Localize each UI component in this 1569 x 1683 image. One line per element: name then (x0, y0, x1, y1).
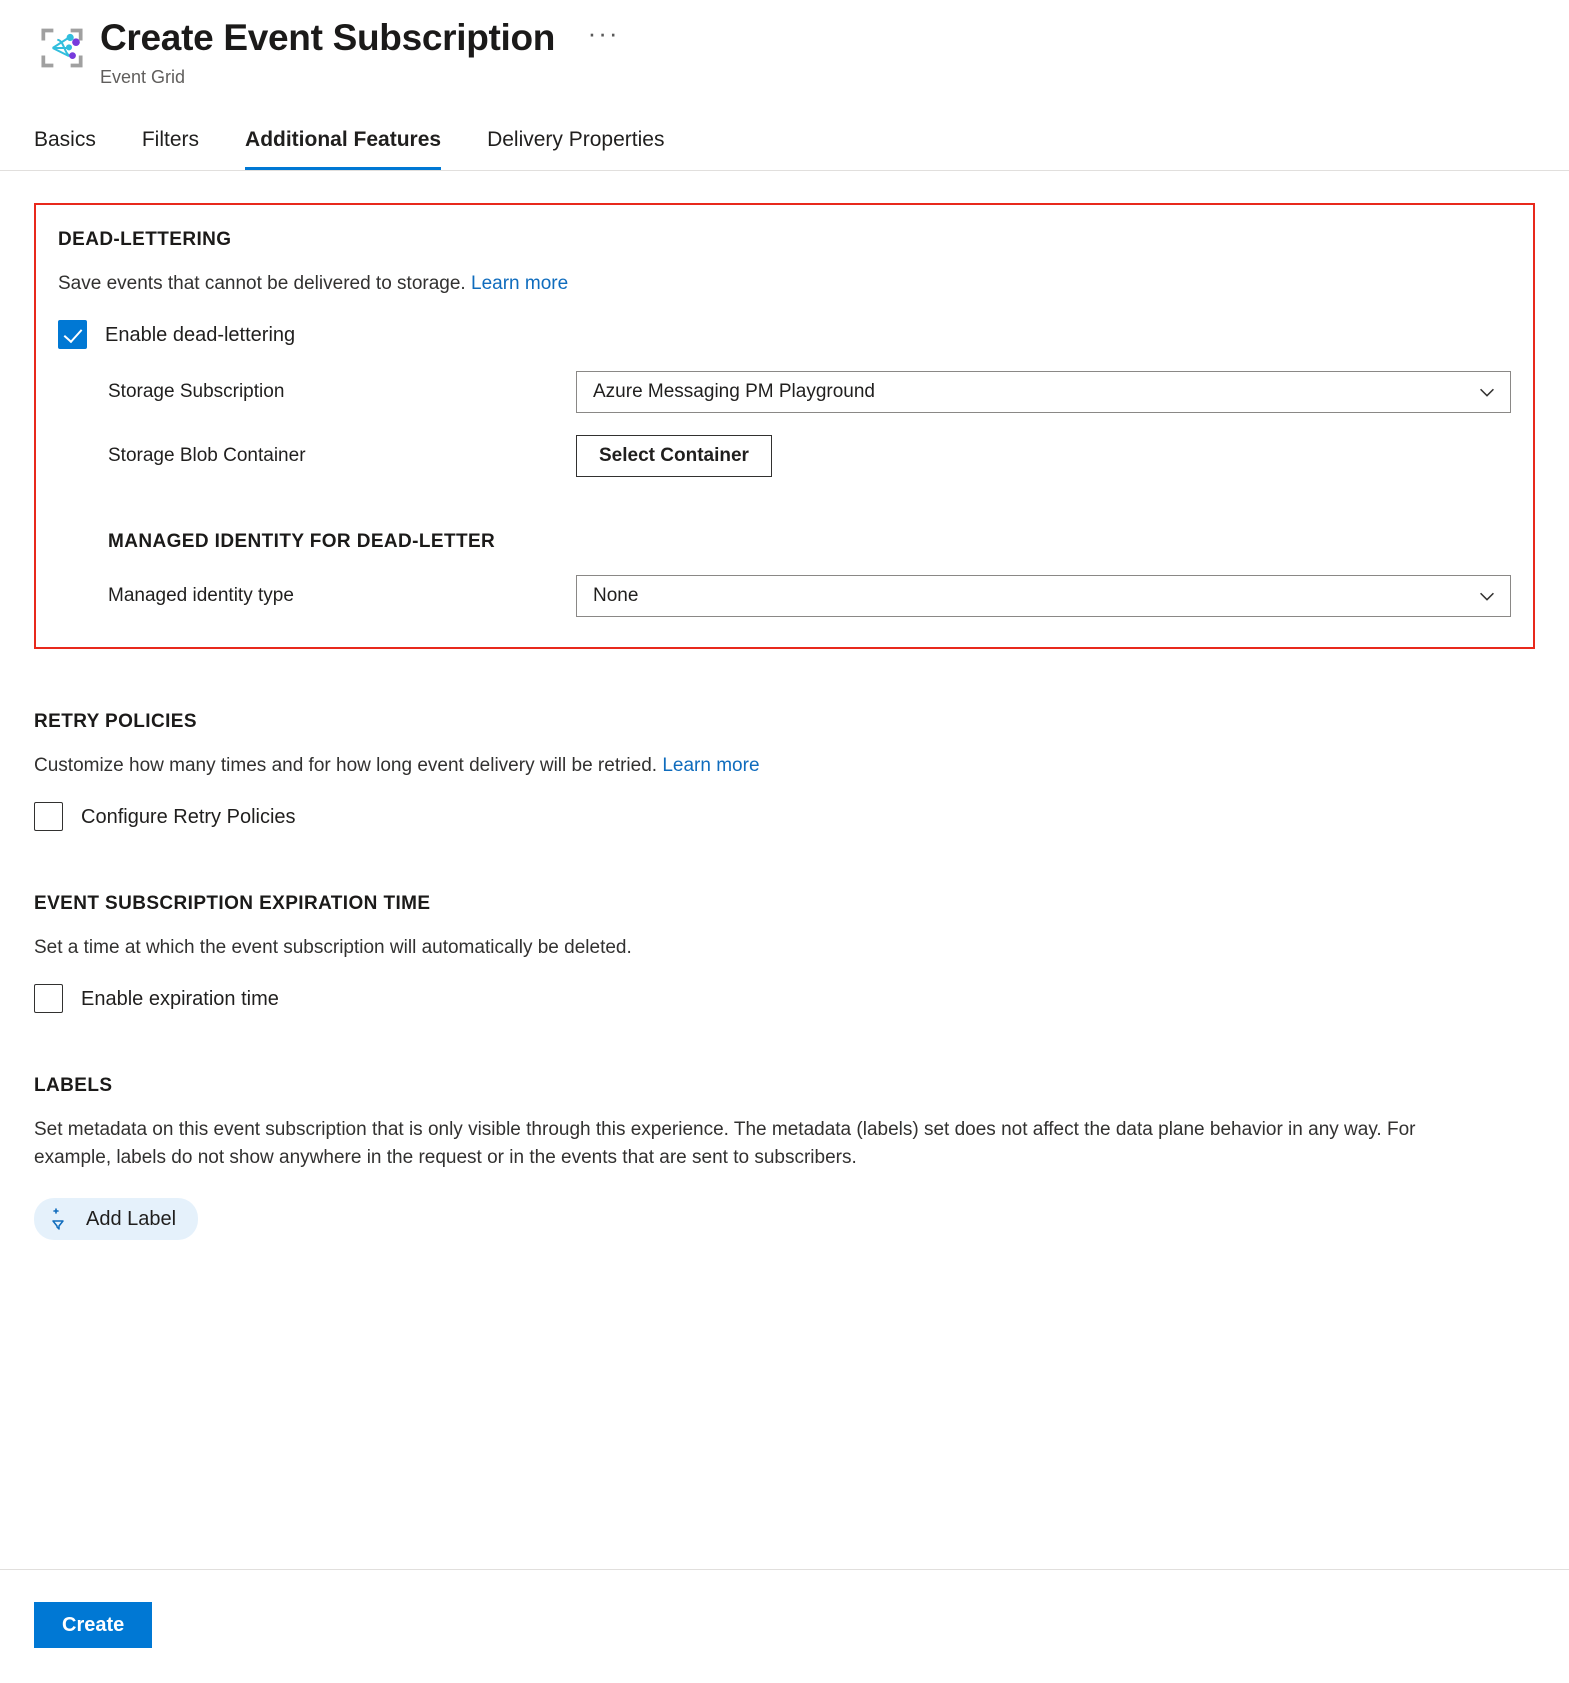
tab-delivery-properties[interactable]: Delivery Properties (487, 127, 664, 170)
page-footer: Create (0, 1569, 1569, 1683)
page-title: Create Event Subscription (100, 17, 556, 58)
managed-identity-type-value: None (593, 585, 639, 606)
enable-expiration-time-row[interactable]: Enable expiration time (34, 984, 1535, 1013)
enable-expiration-time-checkbox[interactable] (34, 984, 63, 1013)
storage-subscription-label: Storage Subscription (108, 381, 285, 402)
chevron-down-icon (1476, 381, 1498, 403)
dead-lettering-learn-more-link[interactable]: Learn more (471, 273, 568, 294)
managed-identity-group: MANAGED IDENTITY FOR DEAD-LETTER (58, 531, 1511, 553)
enable-expiration-time-label: Enable expiration time (81, 987, 279, 1010)
configure-retry-policies-row[interactable]: Configure Retry Policies (34, 802, 1535, 831)
more-options-button[interactable]: ··· (588, 20, 620, 46)
title-row: Create Event Subscription ··· Event Grid (34, 14, 1569, 89)
expiration-time-section: EVENT SUBSCRIPTION EXPIRATION TIME Set a… (34, 893, 1535, 1013)
expiration-time-description: Set a time at which the event subscripti… (34, 937, 632, 958)
enable-dead-lettering-row[interactable]: Enable dead-lettering (58, 320, 1511, 349)
select-container-button[interactable]: Select Container (576, 435, 772, 477)
create-event-subscription-page: Create Event Subscription ··· Event Grid… (0, 0, 1569, 1683)
tab-additional-features[interactable]: Additional Features (245, 127, 442, 170)
tab-filters[interactable]: Filters (142, 127, 199, 170)
labels-description: Set metadata on this event subscription … (34, 1119, 1416, 1168)
dead-lettering-section: DEAD-LETTERING Save events that cannot b… (34, 203, 1535, 649)
retry-policies-description: Customize how many times and for how lon… (34, 752, 1535, 780)
retry-policies-description-text: Customize how many times and for how lon… (34, 755, 658, 776)
retry-policies-section: RETRY POLICIES Customize how many times … (34, 711, 1535, 831)
storage-subscription-row: Storage Subscription Azure Messaging PM … (58, 371, 1511, 413)
chevron-down-icon (1476, 585, 1498, 607)
managed-identity-type-dropdown[interactable]: None (576, 575, 1511, 617)
storage-subscription-dropdown[interactable]: Azure Messaging PM Playground (576, 371, 1511, 413)
retry-policies-learn-more-link[interactable]: Learn more (662, 755, 759, 776)
dead-lettering-description-text: Save events that cannot be delivered to … (58, 273, 466, 294)
retry-policies-heading: RETRY POLICIES (34, 711, 197, 732)
title-block: Create Event Subscription ··· Event Grid (100, 14, 620, 89)
tab-basics[interactable]: Basics (34, 127, 96, 170)
dead-lettering-heading: DEAD-LETTERING (58, 229, 232, 250)
page-subtitle: Event Grid (100, 67, 186, 87)
labels-heading: LABELS (34, 1075, 113, 1096)
storage-blob-container-row: Storage Blob Container Select Container (58, 435, 1511, 477)
add-label-text: Add Label (86, 1208, 177, 1230)
event-grid-icon (34, 20, 90, 76)
managed-identity-type-row: Managed identity type None (58, 575, 1511, 617)
labels-section: LABELS Set metadata on this event subscr… (34, 1075, 1535, 1240)
create-button[interactable]: Create (34, 1602, 153, 1648)
add-filter-icon (50, 1207, 74, 1231)
enable-dead-lettering-label: Enable dead-lettering (105, 323, 296, 346)
managed-identity-heading: MANAGED IDENTITY FOR DEAD-LETTER (108, 531, 496, 552)
page-body: DEAD-LETTERING Save events that cannot b… (0, 203, 1569, 1240)
expiration-time-heading: EVENT SUBSCRIPTION EXPIRATION TIME (34, 893, 431, 914)
tab-bar: Basics Filters Additional Features Deliv… (0, 115, 1569, 171)
configure-retry-policies-label: Configure Retry Policies (81, 805, 296, 828)
configure-retry-policies-checkbox[interactable] (34, 802, 63, 831)
storage-subscription-value: Azure Messaging PM Playground (593, 381, 875, 402)
page-header: Create Event Subscription ··· Event Grid (0, 0, 1569, 89)
storage-blob-container-label: Storage Blob Container (108, 445, 306, 466)
managed-identity-type-label: Managed identity type (108, 585, 294, 606)
enable-dead-lettering-checkbox[interactable] (58, 320, 87, 349)
dead-lettering-description: Save events that cannot be delivered to … (58, 270, 1511, 298)
add-label-button[interactable]: Add Label (34, 1198, 199, 1240)
